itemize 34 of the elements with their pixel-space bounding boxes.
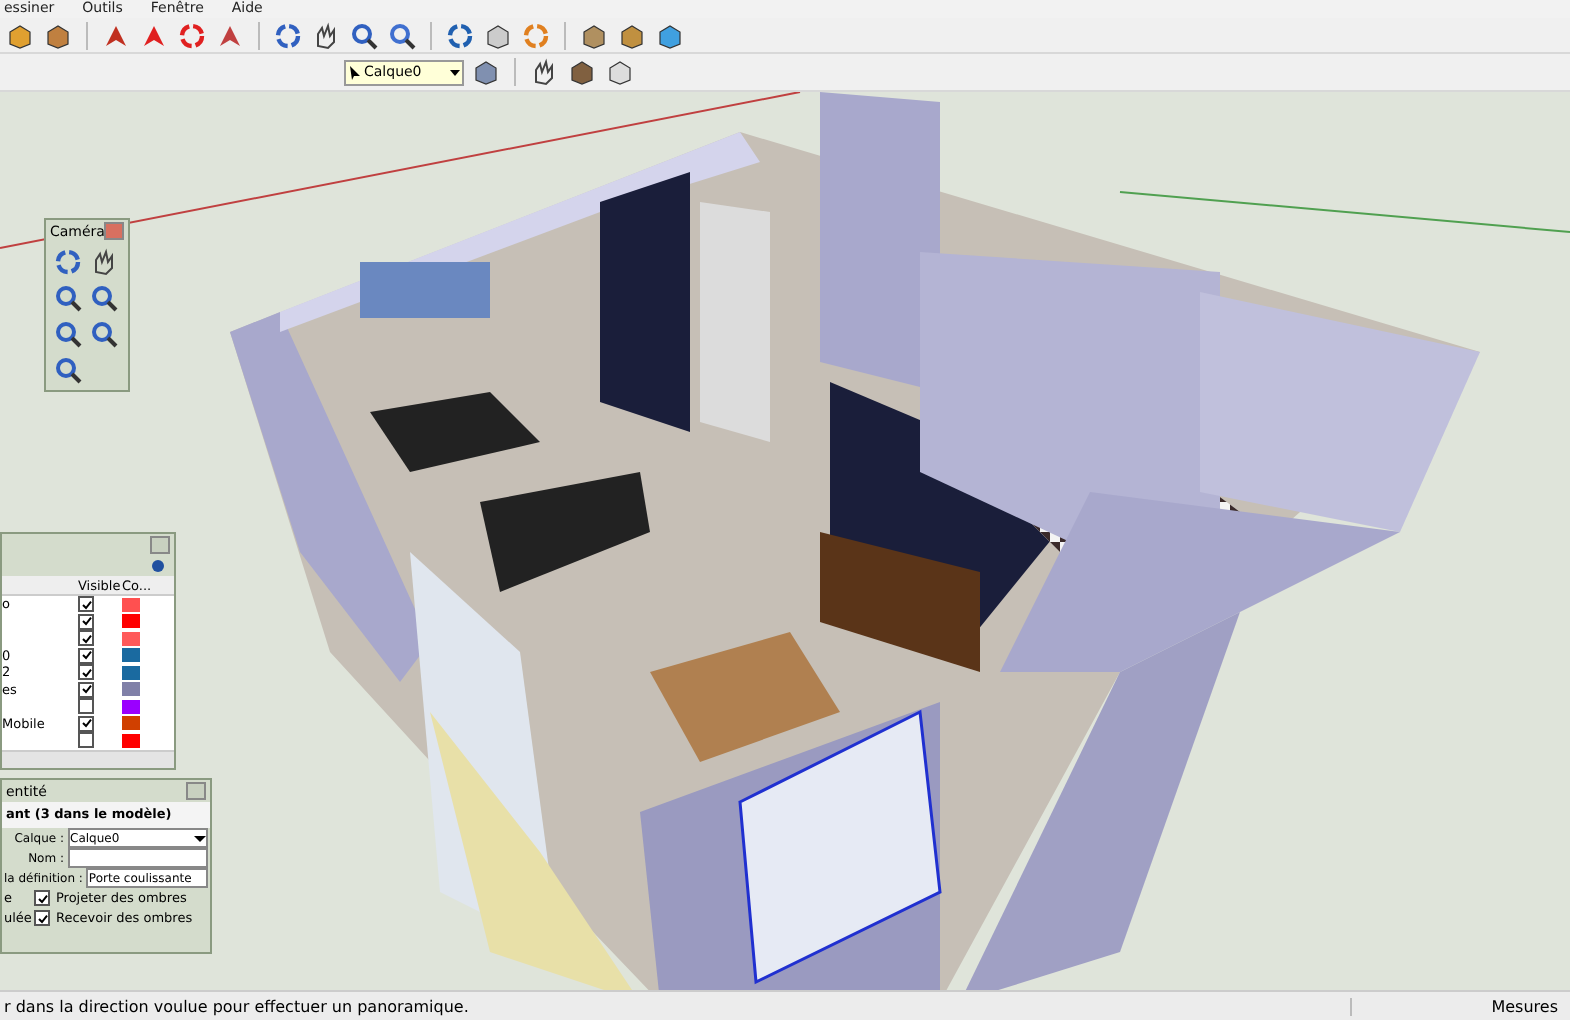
shadow-checkbox[interactable] bbox=[34, 890, 50, 906]
layer-color-swatch[interactable] bbox=[122, 699, 140, 714]
visible-checkbox[interactable] bbox=[78, 681, 94, 698]
visible-checkbox[interactable] bbox=[78, 715, 94, 732]
caret-icon bbox=[194, 832, 206, 844]
visible-checkbox[interactable] bbox=[78, 698, 94, 715]
input-field[interactable] bbox=[68, 848, 208, 868]
visible-checkbox[interactable] bbox=[78, 630, 94, 647]
orbit-icon[interactable] bbox=[272, 19, 304, 51]
zoom-icon[interactable] bbox=[348, 19, 380, 51]
horizontal-scrollbar[interactable] bbox=[2, 749, 174, 767]
visible-checkbox[interactable] bbox=[78, 664, 94, 681]
layer-color-swatch[interactable] bbox=[122, 614, 140, 629]
layer-color-swatch[interactable] bbox=[122, 665, 140, 680]
check-icon bbox=[81, 718, 91, 729]
caret-icon bbox=[448, 64, 462, 80]
visible-checkbox[interactable] bbox=[78, 647, 94, 664]
zoom-icon[interactable] bbox=[52, 282, 84, 314]
layer-color-swatch[interactable] bbox=[122, 648, 140, 663]
measurements-label: Mesures bbox=[1349, 997, 1570, 1015]
layer-color-swatch[interactable] bbox=[122, 716, 140, 731]
layer-color-swatch[interactable] bbox=[122, 733, 140, 748]
visible-checkbox[interactable] bbox=[78, 732, 94, 749]
layer-color-swatch[interactable] bbox=[122, 631, 140, 646]
rotate-icon[interactable] bbox=[176, 19, 208, 51]
orbit-icon[interactable] bbox=[52, 246, 84, 278]
visible-checkbox[interactable] bbox=[78, 613, 94, 630]
shadow-checkbox[interactable] bbox=[34, 910, 50, 926]
layer-color-swatch[interactable] bbox=[122, 682, 140, 697]
close-icon[interactable] bbox=[104, 222, 125, 240]
cursor-icon bbox=[350, 65, 360, 79]
visible-checkbox[interactable] bbox=[78, 596, 94, 613]
status-message: r dans la direction voulue pour effectuer un panoramique. bbox=[2, 997, 471, 1015]
layer-color-swatch[interactable] bbox=[122, 597, 140, 612]
